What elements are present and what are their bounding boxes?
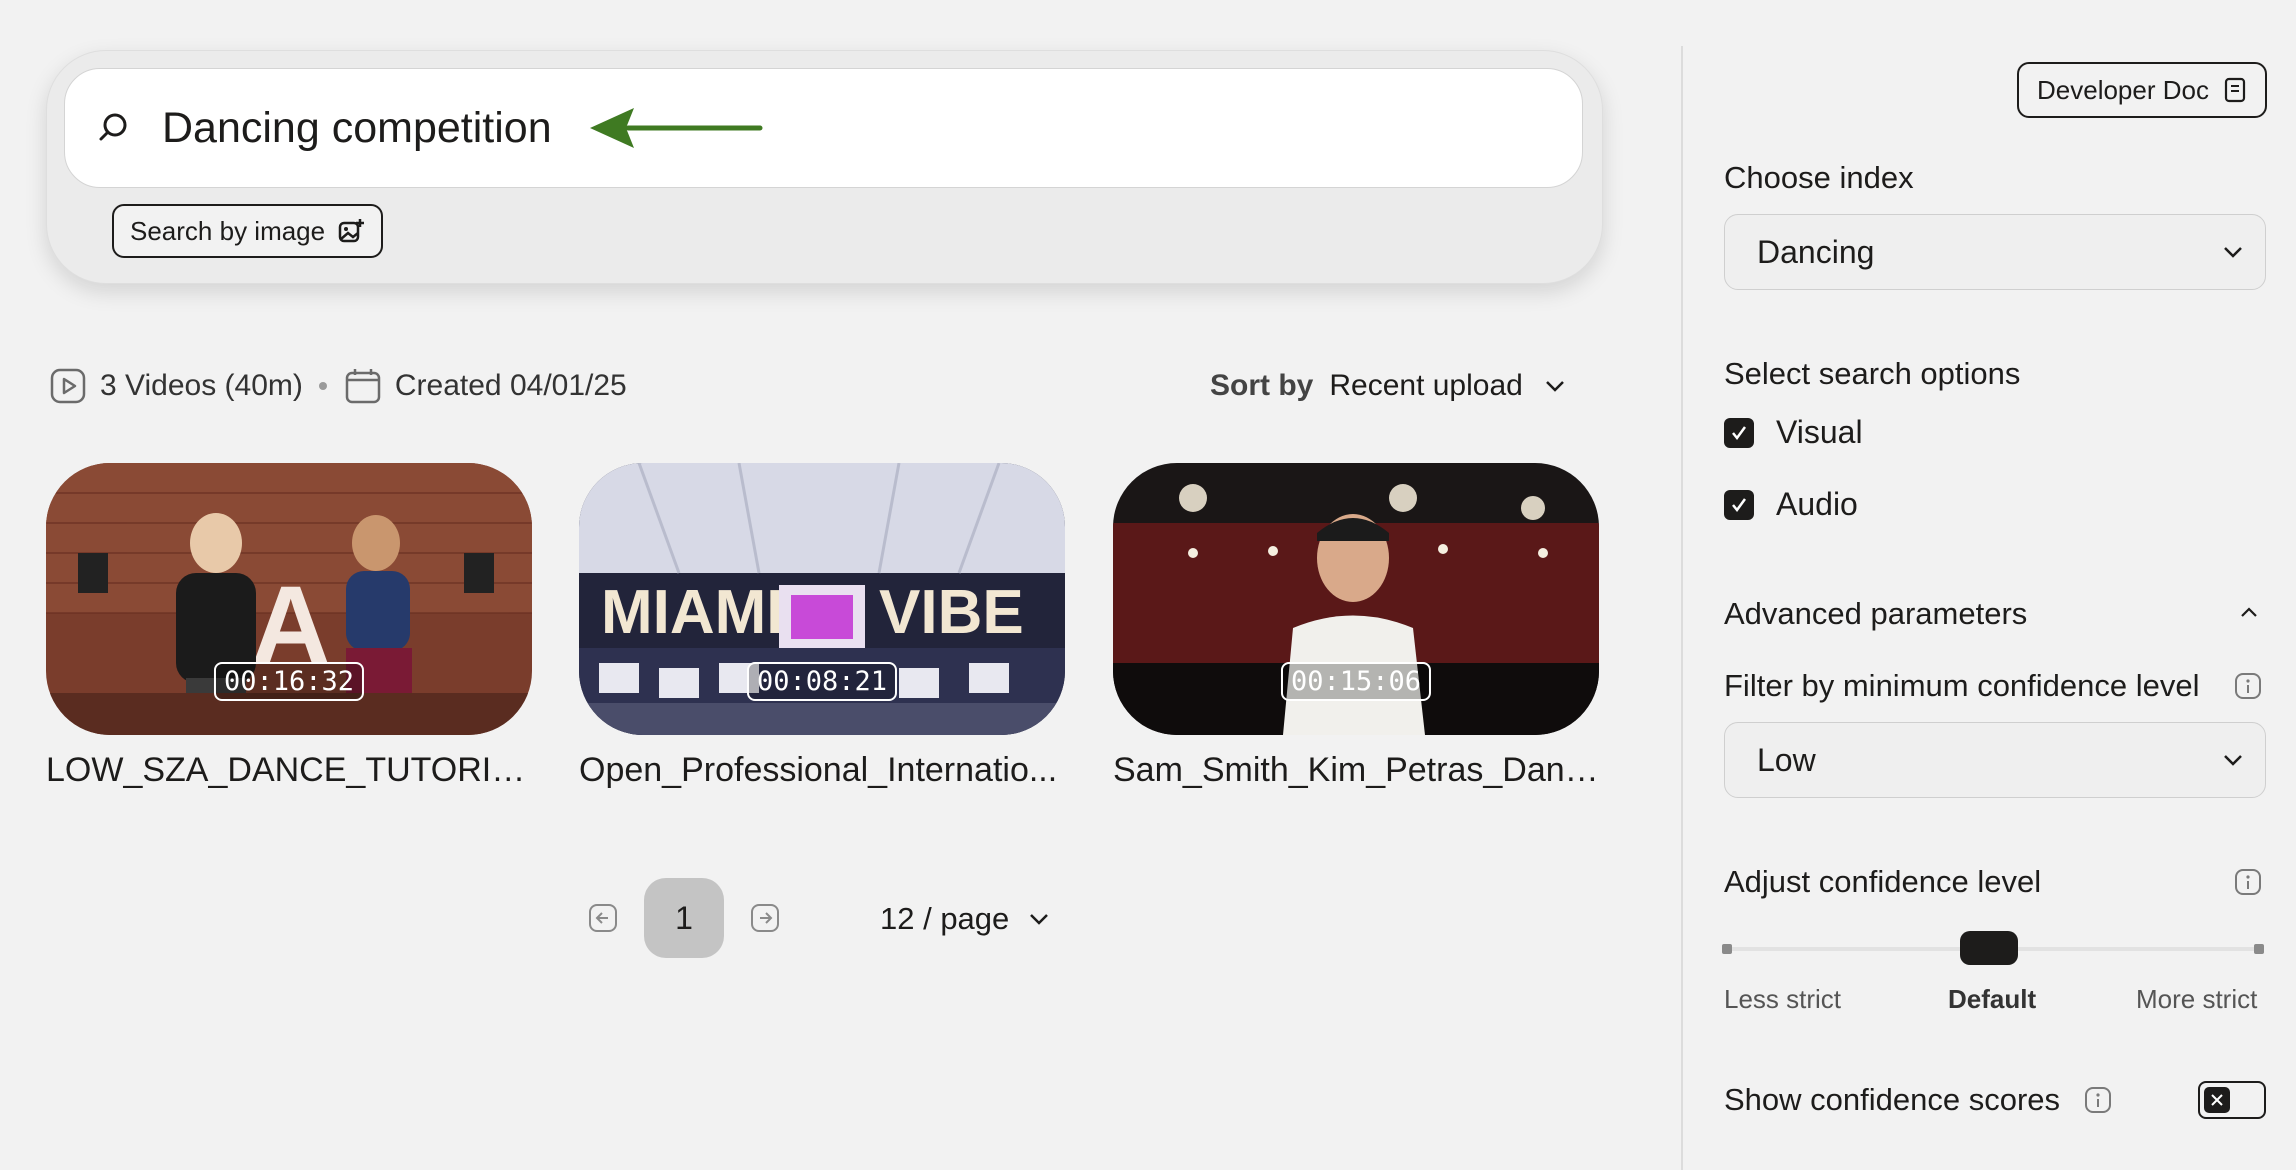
checkmark-icon: [1732, 425, 1747, 440]
video-duration: 00:08:21: [746, 662, 898, 701]
chevron-up-icon[interactable]: [2236, 600, 2262, 626]
video-thumbnail[interactable]: A 00:16:32: [46, 463, 532, 735]
index-select[interactable]: Dancing: [1724, 214, 2266, 290]
chevron-down-icon: [1030, 914, 1049, 925]
adjust-confidence-label: Adjust confidence level: [1724, 864, 2042, 899]
image-add-icon: [338, 219, 365, 243]
show-scores-toggle[interactable]: [2198, 1081, 2266, 1119]
advanced-parameters-toggle[interactable]: Advanced parameters: [1724, 596, 2027, 632]
index-meta-row: 3 Videos (40m) Created 04/01/25: [50, 364, 627, 408]
video-title[interactable]: Sam_Smith_Kim_Petras_Danc...: [1113, 751, 1599, 790]
annotation-arrow-icon: [590, 108, 763, 148]
per-page-value: 12 / page: [880, 901, 1010, 936]
chevron-down-icon: [2224, 755, 2242, 766]
checkmark-icon: [1732, 497, 1747, 512]
video-duration: 00:15:06: [1280, 662, 1432, 701]
video-play-icon: [50, 368, 86, 404]
info-icon[interactable]: [2234, 868, 2262, 896]
separator-dot: [318, 382, 327, 390]
audio-checkbox[interactable]: [1724, 489, 1754, 520]
slider-center-label: Default: [1948, 984, 2037, 1014]
min-confidence-label: Filter by minimum confidence level: [1724, 668, 2200, 703]
svg-text:MIAMI: MIAMI: [601, 578, 784, 647]
slider-max-marker: [2254, 944, 2264, 954]
video-thumbnail[interactable]: 00:15:06: [1113, 463, 1599, 735]
audio-option[interactable]: Audio: [1724, 486, 1858, 523]
chevron-down-icon: [2224, 247, 2242, 258]
per-page-dropdown[interactable]: 12 / page: [880, 898, 1053, 940]
choose-index-label: Choose index: [1724, 160, 1914, 195]
video-duration: 00:16:32: [213, 662, 365, 701]
visual-option-label: Visual: [1776, 414, 1863, 450]
developer-doc-label: Developer Doc: [2037, 74, 2209, 105]
info-icon[interactable]: [2234, 672, 2262, 700]
sort-value: Recent upload: [1329, 369, 1523, 402]
video-title[interactable]: Open_Professional_Internatio...: [579, 751, 1065, 790]
sort-dropdown[interactable]: Sort by Recent upload: [1210, 364, 1569, 408]
search-by-image-button[interactable]: Search by image: [112, 204, 384, 258]
pagination: 1: [588, 878, 780, 958]
index-select-value: Dancing: [1757, 233, 1875, 270]
svg-text:VIBE: VIBE: [879, 578, 1024, 647]
close-icon: [2211, 1094, 2223, 1106]
min-confidence-value: Low: [1757, 741, 1816, 778]
confidence-slider-handle[interactable]: [1960, 931, 2018, 965]
video-thumbnail[interactable]: MIAMI VIBE 00:08:21: [579, 463, 1065, 735]
audio-option-label: Audio: [1776, 486, 1858, 522]
min-confidence-select[interactable]: Low: [1724, 722, 2266, 798]
video-card[interactable]: 00:15:06 Sam_Smith_Kim_Petras_Danc...: [1113, 463, 1599, 790]
video-title[interactable]: LOW_SZA_DANCE_TUTORIA...: [46, 751, 532, 790]
document-icon: [2224, 77, 2246, 103]
slider-min-marker: [1722, 944, 1732, 954]
slider-right-label: More strict: [2136, 984, 2258, 1014]
created-date: Created 04/01/25: [394, 369, 627, 402]
search-icon: [99, 113, 127, 141]
sidebar-divider: [1681, 46, 1683, 1170]
show-scores-label: Show confidence scores: [1724, 1082, 2061, 1117]
search-options-label: Select search options: [1724, 356, 2021, 391]
search-by-image-label: Search by image: [130, 215, 326, 246]
previous-page-icon[interactable]: [588, 903, 618, 933]
chevron-down-icon: [1545, 381, 1564, 392]
next-page-icon[interactable]: [750, 903, 780, 933]
toggle-knob: [2204, 1087, 2230, 1113]
video-card[interactable]: MIAMI VIBE 00:08:21 Open_Professional_In…: [579, 463, 1065, 790]
calendar-icon: [345, 369, 381, 404]
sort-label: Sort by: [1210, 369, 1314, 402]
info-icon[interactable]: [2084, 1086, 2112, 1114]
current-page-button[interactable]: 1: [644, 878, 724, 958]
visual-option[interactable]: Visual: [1724, 414, 1863, 451]
visual-checkbox[interactable]: [1724, 417, 1754, 448]
slider-left-label: Less strict: [1724, 984, 1842, 1014]
video-card[interactable]: A 00:16:32 LOW_SZA_DANCE_TUTORIA...: [46, 463, 532, 790]
search-query-text[interactable]: Dancing competition: [162, 100, 552, 156]
video-count: 3 Videos (40m): [100, 369, 303, 402]
developer-doc-button[interactable]: Developer Doc: [2017, 62, 2267, 118]
